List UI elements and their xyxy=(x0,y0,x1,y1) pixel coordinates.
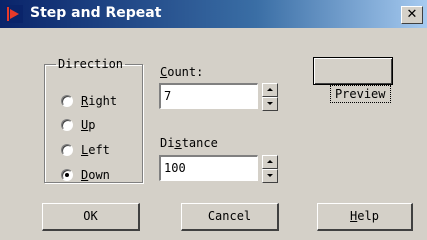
preview-button[interactable]: Preview xyxy=(313,57,393,103)
arrow-up-icon xyxy=(267,88,273,91)
ok-button[interactable]: OK xyxy=(42,203,140,231)
close-icon: ✕ xyxy=(406,7,418,22)
arrow-down-icon xyxy=(267,102,273,105)
radio-left-button[interactable] xyxy=(61,144,73,156)
help-button[interactable]: Help xyxy=(317,203,413,231)
step-repeat-app-icon xyxy=(5,5,23,23)
distance-label: Distance xyxy=(160,136,218,150)
cancel-button[interactable]: Cancel xyxy=(181,203,279,231)
arrow-down-icon xyxy=(267,174,273,177)
count-up-button[interactable] xyxy=(262,83,278,97)
distance-spinner[interactable] xyxy=(262,155,278,183)
window-title: Step and Repeat xyxy=(30,5,162,21)
radio-down-label: Down xyxy=(81,168,110,182)
direction-legend: Direction xyxy=(58,57,124,71)
count-spinner[interactable] xyxy=(262,83,278,111)
radio-right[interactable]: Right xyxy=(61,93,117,109)
arrow-up-icon xyxy=(267,160,273,163)
close-button[interactable]: ✕ xyxy=(401,6,423,24)
radio-up-label: Up xyxy=(81,118,96,132)
direction-group: Direction Right Up Left Down xyxy=(44,57,143,183)
radio-up[interactable]: Up xyxy=(61,117,95,133)
radio-down[interactable]: Down xyxy=(61,167,110,183)
radio-right-button[interactable] xyxy=(61,95,73,107)
help-label: elp xyxy=(357,209,379,223)
count-down-button[interactable] xyxy=(262,97,278,111)
count-label: Count: xyxy=(160,65,204,79)
title-bar[interactable]: Step and Repeat ✕ xyxy=(0,0,427,28)
radio-left-label: Left xyxy=(81,143,110,157)
distance-up-button[interactable] xyxy=(262,155,278,169)
distance-input[interactable]: 100 xyxy=(159,155,258,181)
count-input[interactable]: 7 xyxy=(159,83,258,109)
radio-right-label: Right xyxy=(81,94,118,108)
distance-down-button[interactable] xyxy=(262,169,278,183)
radio-left[interactable]: Left xyxy=(61,142,110,158)
preview-button-label: Preview xyxy=(329,85,391,103)
radio-up-button[interactable] xyxy=(61,119,73,131)
radio-down-button[interactable] xyxy=(61,169,73,181)
